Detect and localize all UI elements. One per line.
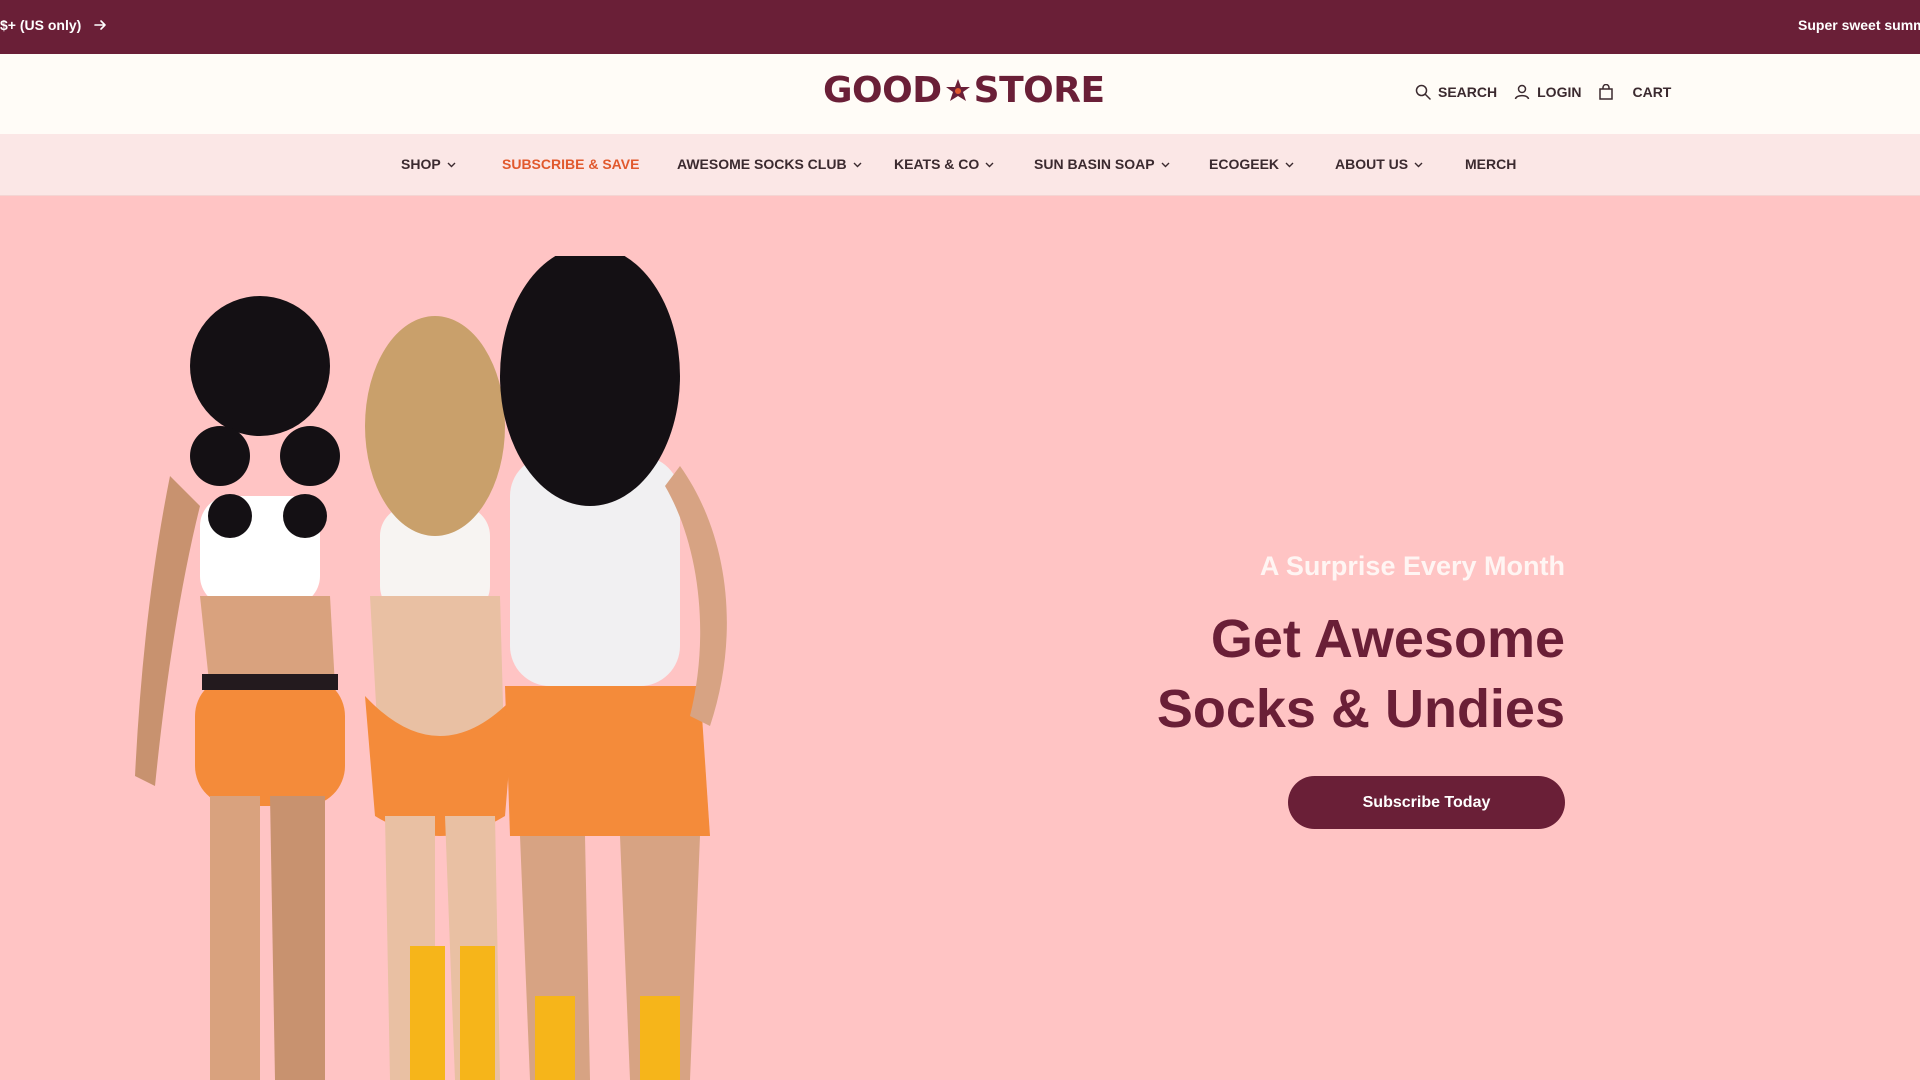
- subscribe-today-button[interactable]: Subscribe Today: [1288, 776, 1565, 829]
- nav-item-about-us[interactable]: ABOUT US: [1335, 156, 1424, 172]
- nav-item-keats-co[interactable]: KEATS & CO: [894, 156, 995, 172]
- logo-word-left: GOOD: [823, 70, 942, 111]
- hero-title: Get Awesome Socks & Undies: [1157, 604, 1565, 744]
- header-actions: SEARCH LOGIN CART: [1415, 84, 1671, 100]
- cart-label: CART: [1632, 84, 1672, 100]
- chevron-down-icon: [853, 162, 862, 167]
- hero-text-block: A Surprise Every Month Get Awesome Socks…: [1157, 551, 1565, 829]
- hero-title-line: Socks & Undies: [1156, 679, 1565, 739]
- login-label: LOGIN: [1537, 84, 1582, 100]
- hero-title-line: Get Awesome: [1210, 609, 1565, 669]
- main-nav: SHOP SUBSCRIBE & SAVE AWESOME SOCKS CLUB…: [0, 134, 1920, 196]
- nav-label: MERCH: [1465, 156, 1517, 172]
- logo-word-right: STORE: [973, 70, 1105, 111]
- nav-label: KEATS & CO: [894, 156, 980, 172]
- store-logo[interactable]: GOOD STORE: [823, 70, 1105, 111]
- nav-item-subscribe-save[interactable]: SUBSCRIBE & SAVE: [502, 156, 639, 172]
- announcement-bar: $+ (US only) Super sweet summer: [0, 0, 1920, 54]
- search-label: SEARCH: [1438, 84, 1498, 100]
- star-icon: [945, 78, 970, 101]
- nav-label: SUBSCRIBE & SAVE: [502, 156, 640, 172]
- model-figure-right: [500, 256, 727, 1080]
- chevron-down-icon: [1161, 162, 1170, 167]
- nav-item-sun-basin-soap[interactable]: SUN BASIN SOAP: [1034, 156, 1171, 172]
- chevron-down-icon: [1285, 162, 1294, 167]
- search-icon: [1415, 84, 1431, 100]
- hero-photo: [135, 256, 727, 1080]
- hero-banner: A Surprise Every Month Get Awesome Socks…: [0, 196, 1920, 1080]
- nav-item-shop[interactable]: SHOP: [401, 156, 457, 172]
- nav-label: SHOP: [401, 156, 441, 172]
- chevron-down-icon: [985, 162, 994, 167]
- bag-icon: [1599, 84, 1614, 100]
- search-button[interactable]: SEARCH: [1415, 84, 1497, 100]
- nav-item-awesome-socks-club[interactable]: AWESOME SOCKS CLUB: [677, 156, 863, 172]
- announcement-left-text: $+ (US only): [0, 17, 82, 33]
- announcement-link[interactable]: $+ (US only): [0, 17, 107, 33]
- nav-label: SUN BASIN SOAP: [1034, 156, 1155, 172]
- chevron-down-icon: [447, 162, 456, 167]
- announcement-right-text[interactable]: Super sweet summer: [1798, 17, 1920, 33]
- nav-item-merch[interactable]: MERCH: [1465, 156, 1516, 172]
- user-icon: [1514, 84, 1530, 100]
- login-button[interactable]: LOGIN: [1514, 84, 1581, 100]
- arrow-right-icon: [94, 20, 107, 30]
- nav-label: ABOUT US: [1335, 156, 1409, 172]
- nav-label: ECOGEEK: [1209, 156, 1280, 172]
- site-header: GOOD STORE SEARCH LOGIN CART: [0, 54, 1920, 134]
- nav-label: AWESOME SOCKS CLUB: [677, 156, 847, 172]
- hero-eyebrow: A Surprise Every Month: [1259, 551, 1565, 581]
- nav-item-ecogeek[interactable]: ECOGEEK: [1209, 156, 1295, 172]
- model-figure-left: [135, 296, 345, 1080]
- model-figure-middle: [365, 316, 515, 1080]
- chevron-down-icon: [1414, 162, 1423, 167]
- cart-button[interactable]: CART: [1598, 84, 1671, 100]
